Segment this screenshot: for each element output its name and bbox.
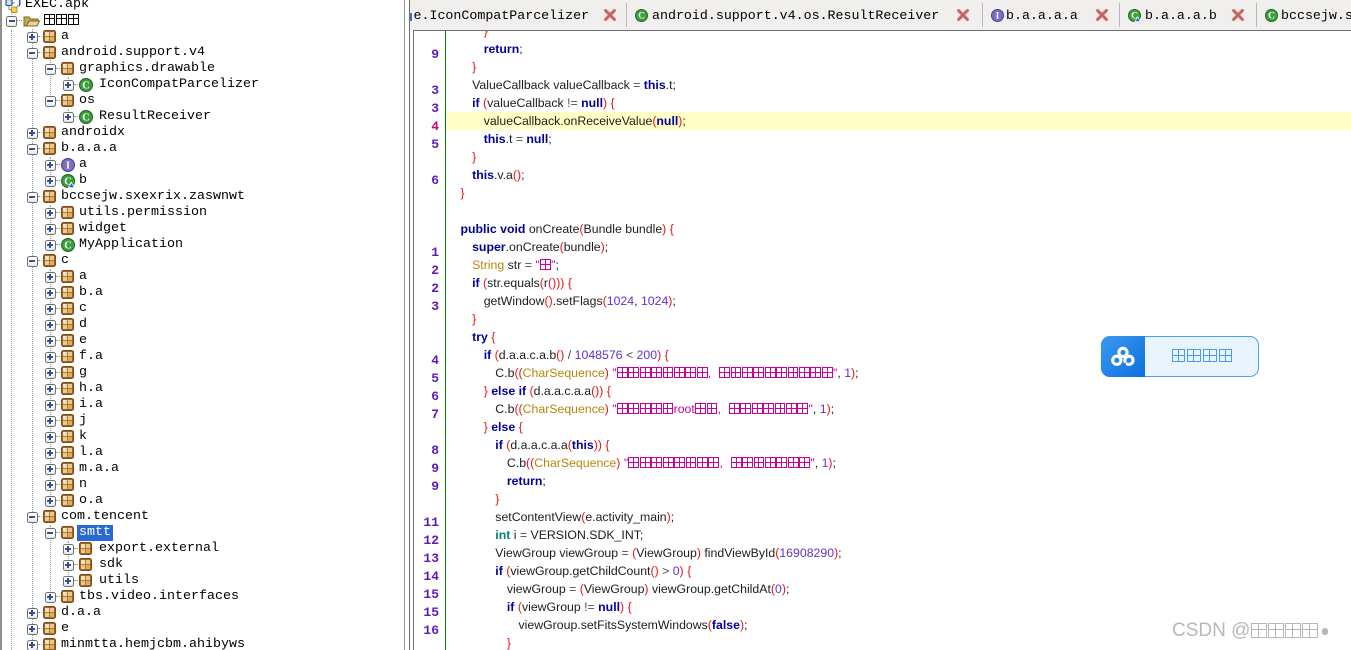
svg-text:C: C (64, 240, 71, 251)
svg-text:I: I (996, 12, 1000, 22)
svg-text:C: C (1268, 12, 1275, 22)
svg-text:C: C (82, 80, 89, 91)
svg-text:C: C (638, 12, 645, 22)
svg-text:J: J (17, 0, 22, 10)
svg-text:C: C (82, 112, 89, 123)
svg-text:I: I (66, 160, 70, 171)
